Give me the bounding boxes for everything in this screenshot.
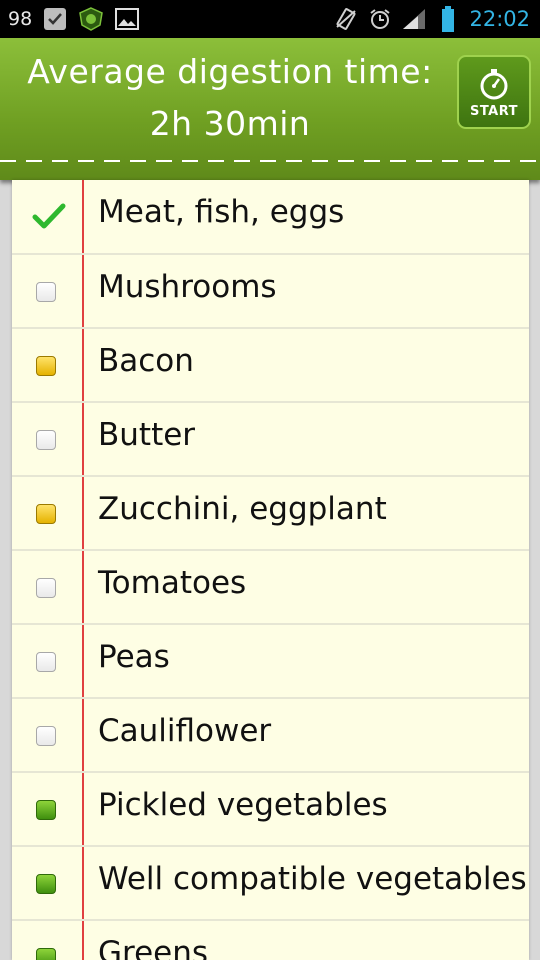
empty-checkbox[interactable] (36, 578, 56, 598)
list-item-label: Peas (98, 639, 170, 675)
status-bar: 98 22:02 (0, 0, 540, 38)
clock: 22:02 (469, 7, 530, 31)
list-item-label: Pickled vegetables (98, 787, 388, 823)
stopwatch-icon (480, 68, 508, 99)
list-item[interactable]: Butter (12, 403, 529, 477)
green-checkbox[interactable] (36, 800, 56, 820)
title-line-2: 2h 30min (149, 104, 311, 143)
list-item[interactable]: Peas (12, 625, 529, 699)
yellow-checkbox[interactable] (36, 504, 56, 524)
start-button[interactable]: START (457, 55, 531, 129)
check-notification-icon (42, 7, 68, 31)
start-label: START (469, 103, 519, 119)
list-item[interactable]: Greens (12, 921, 529, 960)
list-item-label: Meat, fish, eggs (98, 194, 345, 230)
list-item-label: Greens (98, 935, 209, 960)
list-item-label: Bacon (98, 343, 194, 379)
list-item-label: Well compatible vegetables (98, 861, 527, 897)
dashed-divider (0, 160, 540, 162)
list-item[interactable]: Cauliflower (12, 699, 529, 773)
list-item[interactable]: Pickled vegetables (12, 773, 529, 847)
digestion-time-title: Average digestion time: 2h 30min (0, 46, 460, 150)
notification-count: 98 (8, 8, 33, 30)
green-checkbox[interactable] (36, 874, 56, 894)
alarm-icon (367, 7, 393, 31)
app-badge-icon (78, 7, 104, 31)
empty-checkbox[interactable] (36, 652, 56, 672)
list-item[interactable]: Tomatoes (12, 551, 529, 625)
checkmark-icon[interactable] (32, 202, 66, 232)
battery-icon (435, 6, 461, 32)
food-list: Meat, fish, eggs Mushrooms Bacon Butter Zucc… (12, 180, 529, 960)
list-item[interactable]: Bacon (12, 329, 529, 403)
list-item-label: Zucchini, eggplant (98, 491, 387, 527)
list-item-label: Cauliflower (98, 713, 272, 749)
list-item[interactable]: Meat, fish, eggs (12, 180, 529, 255)
list-item[interactable]: Well compatible vegetables (12, 847, 529, 921)
yellow-checkbox[interactable] (36, 356, 56, 376)
image-icon (114, 7, 140, 31)
list-item-label: Tomatoes (98, 565, 247, 601)
green-checkbox[interactable] (36, 948, 56, 960)
vibrate-icon (333, 7, 359, 31)
empty-checkbox[interactable] (36, 282, 56, 302)
title-line-1: Average digestion time: (27, 52, 433, 91)
empty-checkbox[interactable] (36, 726, 56, 746)
list-item[interactable]: Mushrooms (12, 255, 529, 329)
signal-icon (401, 7, 427, 31)
list-item[interactable]: Zucchini, eggplant (12, 477, 529, 551)
header: Average digestion time: 2h 30min START (0, 38, 540, 180)
list-item-label: Mushrooms (98, 269, 277, 305)
list-item-label: Butter (98, 417, 196, 453)
empty-checkbox[interactable] (36, 430, 56, 450)
